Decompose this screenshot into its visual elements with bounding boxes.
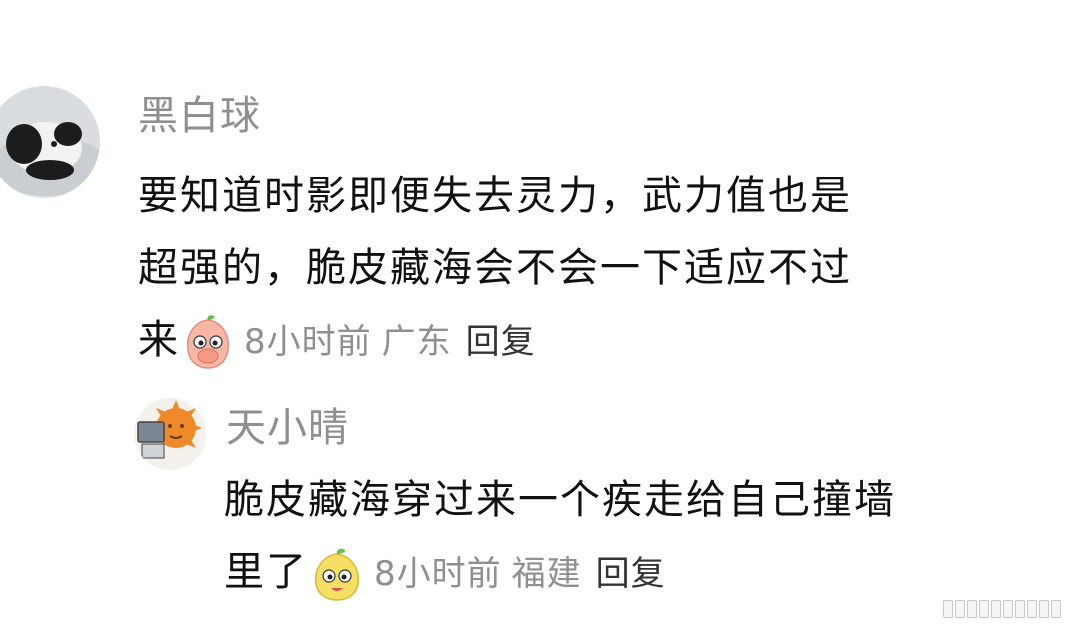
reply-text: 脆皮藏海穿过来一个疾走给自己撞墙 里了 8小时前 福建 回复 xyxy=(224,464,896,610)
smiling-mango-emoji-icon xyxy=(310,546,364,602)
panda-avatar-image xyxy=(0,86,100,198)
comment-text-line-1: 要知道时影即便失去灵力，武力值也是 xyxy=(138,173,852,219)
reply-text-line-1: 脆皮藏海穿过来一个疾走给自己撞墙 xyxy=(224,477,896,523)
reply-reply-button[interactable]: 回复 xyxy=(596,554,666,594)
comment-reply-button[interactable]: 回复 xyxy=(466,322,536,362)
sun-avatar-image xyxy=(134,398,206,470)
reply-text-line-2-text: 里了 xyxy=(224,549,308,595)
avatar-sun[interactable] xyxy=(134,398,206,470)
reply-time: 8小时前 xyxy=(374,554,502,594)
comment-location: 广东 xyxy=(381,322,452,362)
comment-text: 要知道时影即便失去灵力，武力值也是 超强的，脆皮藏海会不会一下适应不过 来 8小… xyxy=(138,160,852,378)
comment-username[interactable]: 黑白球 xyxy=(138,92,261,140)
comment-text-line-3-text: 来 xyxy=(138,317,180,363)
comment-time: 8小时前 xyxy=(244,322,372,362)
avatar-panda[interactable] xyxy=(0,86,100,198)
reply-text-line-2: 里了 8小时前 福建 回复 xyxy=(224,536,896,610)
comment-meta: 8小时前 广东 回复 xyxy=(244,306,536,378)
reply-username[interactable]: 天小晴 xyxy=(226,404,349,452)
watermark-bars xyxy=(943,600,1061,618)
covering-mouth-peach-emoji-icon xyxy=(182,314,234,370)
comment-text-line-3: 来 8小时前 广东 回复 xyxy=(138,304,852,378)
reply-meta: 8小时前 福建 回复 xyxy=(374,538,666,610)
reply-location: 福建 xyxy=(511,554,582,594)
comment-text-line-2: 超强的，脆皮藏海会不会一下适应不过 xyxy=(138,245,852,291)
